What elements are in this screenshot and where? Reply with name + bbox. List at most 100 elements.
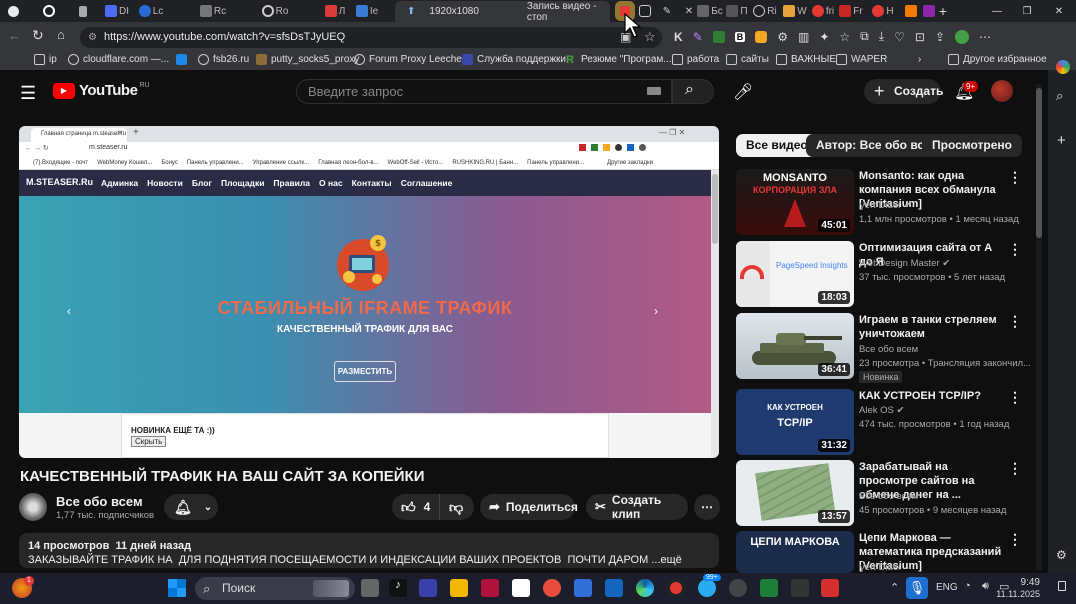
bookmark-other[interactable]: Другое избранное (948, 54, 1047, 65)
ext-yellow-icon[interactable] (755, 30, 768, 43)
recommendation-item[interactable]: MONSANTO КОРПОРАЦИЯ ЗЛА 45:01 Monsanto: … (736, 169, 1036, 237)
volume-icon[interactable]: 🔊︎ (982, 580, 989, 593)
bookmark-fsb26[interactable] (176, 54, 191, 65)
channel-avatar[interactable] (19, 493, 47, 521)
tab-3[interactable] (70, 2, 96, 20)
sidebar-toggle-icon[interactable]: ▥ (798, 30, 809, 44)
tab-13[interactable]: W (780, 2, 810, 20)
ext-puzzle-icon[interactable]: ✦ (819, 30, 829, 44)
clip-button[interactable]: ✂ Создать клип (586, 493, 688, 521)
recommendation-channel[interactable]: Vert Dider ✔ (859, 200, 912, 211)
app-icon-1[interactable] (419, 579, 437, 597)
microphone-icon[interactable]: 🎤︎ (733, 82, 753, 102)
active-tab[interactable]: ⬆ 1920x1080 Запись видео - стоп (395, 1, 610, 23)
recommendation-channel[interactable]: WebDesign Master ✔ (859, 258, 950, 269)
tab-8[interactable]: Л (318, 2, 352, 20)
app-icon-9[interactable] (821, 579, 839, 597)
bookmark-fsb26-link[interactable]: fsb26.ru (198, 54, 249, 65)
edge-icon[interactable] (636, 579, 654, 597)
tab-16[interactable]: H (868, 2, 898, 20)
recommendation-thumbnail[interactable]: ЦЕПИ МАРКОВА (736, 531, 854, 573)
clock-date[interactable]: 11.11.2025 (996, 589, 1040, 599)
bookmark-saity[interactable]: сайты (726, 54, 769, 65)
recommendation-item[interactable]: PageSpeed Insights 18:03 Оптимизация сай… (736, 241, 1036, 309)
tab-11[interactable]: П (724, 2, 750, 20)
bookmark-support[interactable]: Служба поддержки (462, 54, 566, 65)
search-input[interactable]: Введите запрос (296, 79, 672, 104)
bookmark-forum[interactable]: Forum Proxy Leeche... (354, 54, 470, 65)
share-icon[interactable]: ⇪ (935, 30, 945, 44)
recommendation-channel[interactable]: Все обо всем (859, 491, 918, 502)
bookmark-vazhnye[interactable]: ВАЖНЫЕ (776, 54, 836, 65)
tab-5[interactable]: Lc (134, 2, 168, 20)
wifi-icon[interactable]: ◔ (964, 580, 971, 592)
recommendation-channel[interactable]: Alek OS ✔ (859, 405, 904, 416)
start-icon[interactable] (168, 579, 186, 597)
ext-b-icon[interactable]: B (734, 31, 746, 42)
url-field[interactable]: ⚙ https://www.youtube.com/watch?v=sfsDsT… (80, 27, 662, 48)
youtube-logo[interactable]: ▶ YouTube RU (53, 82, 150, 99)
tab-4[interactable]: DI (100, 2, 134, 20)
share-button[interactable]: ➦ Поделиться (480, 494, 578, 520)
ext-gear-icon[interactable]: ⚙ (777, 30, 788, 44)
bookmarks-overflow-icon[interactable]: › (918, 54, 921, 65)
account-avatar[interactable] (991, 80, 1013, 102)
recommendation-item[interactable]: 36:41 Играем в танки стреляем уничтожаем… (736, 313, 1036, 383)
chip-watched[interactable]: Просмотрено (922, 134, 1023, 157)
app-icon-6[interactable] (729, 579, 747, 597)
close-window-icon[interactable]: ✕ (1046, 2, 1072, 20)
language-indicator[interactable]: ENG (936, 582, 958, 593)
tab-7[interactable]: Ro (258, 2, 292, 20)
downloads-icon[interactable]: ⤓ (879, 29, 884, 44)
back-icon[interactable]: ← (8, 28, 21, 43)
minimize-icon[interactable]: — (984, 2, 1010, 20)
screenshot-icon[interactable]: ⊡ (915, 30, 925, 44)
mic-tray-icon[interactable]: 🎙︎ (906, 577, 928, 599)
more-vertical-icon[interactable]: ⋮ (1008, 531, 1022, 548)
bookmark-resume[interactable]: R Резюме "Програм... (566, 54, 672, 66)
keyboard-icon[interactable] (647, 87, 661, 95)
recommendation-item[interactable]: КАК УСТРОЕН TCP/IP 31:32 КАК УСТРОЕН TCP… (736, 389, 1036, 457)
bookmark-waper[interactable]: WAPER (836, 54, 887, 65)
more-vertical-icon[interactable]: ⋮ (1008, 313, 1022, 330)
app-icon-2[interactable] (481, 579, 499, 597)
tab-12[interactable]: Ri (750, 2, 780, 20)
subscribe-bell-button[interactable]: 🔔︎ ⌄ (164, 494, 218, 520)
tab-15[interactable]: Fr (836, 2, 866, 20)
notepad-icon[interactable] (512, 579, 530, 597)
recommendation-thumbnail[interactable]: КАК УСТРОЕН TCP/IP 31:32 (736, 389, 854, 455)
more-actions-button[interactable]: ⋯ (694, 494, 720, 520)
collections-icon[interactable]: ⧉ (860, 29, 869, 44)
description-box[interactable]: 14 просмотров 11 дней назад ЗАКАЗЫВАЙТЕ … (19, 533, 719, 568)
bookmark-rabota[interactable]: работа (672, 54, 719, 65)
copilot-icon[interactable] (1056, 60, 1070, 74)
notifications-icon[interactable] (1058, 581, 1066, 591)
recommendation-thumbnail[interactable]: 13:57 (736, 460, 854, 526)
channel-name[interactable]: Все обо всем (56, 494, 143, 509)
home-icon[interactable]: ⌂ (57, 27, 65, 42)
heart-icon[interactable]: ♡ (894, 30, 905, 44)
hamburger-menu-icon[interactable]: ☰ (20, 83, 36, 104)
bookmark-putty[interactable]: putty_socks5_proxy (256, 54, 359, 65)
reload-icon[interactable]: ↻ (32, 27, 44, 44)
page-scrollbar[interactable] (1036, 84, 1042, 570)
telegram-icon[interactable] (698, 579, 716, 597)
site-info-icon[interactable]: ⚙ (88, 27, 97, 48)
record-app-icon[interactable] (667, 579, 685, 597)
bookmark-cloudflare[interactable]: cloudflare.com —... (68, 54, 169, 65)
app-icon-3[interactable] (543, 579, 561, 597)
more-vertical-icon[interactable]: ⋮ (1008, 169, 1022, 186)
tiktok-icon[interactable]: ♪ (389, 579, 407, 597)
sidebar-settings-icon[interactable]: ⚙ (1056, 548, 1067, 562)
file-explorer-icon[interactable] (450, 579, 468, 597)
create-button[interactable]: + Создать (864, 79, 943, 104)
ext-green-icon[interactable] (712, 30, 725, 43)
more-vertical-icon[interactable]: ⋮ (1008, 460, 1022, 477)
search-button[interactable]: ⌕ (672, 79, 714, 104)
ext-k-icon[interactable]: K (674, 30, 683, 44)
recommendation-channel[interactable]: Все обо всем (859, 344, 918, 355)
tab-icon-1[interactable] (0, 2, 26, 20)
app-icon-5[interactable] (605, 579, 623, 597)
tab-14[interactable]: fri (808, 2, 838, 20)
ext-pen-icon[interactable]: ✎ (693, 30, 703, 44)
